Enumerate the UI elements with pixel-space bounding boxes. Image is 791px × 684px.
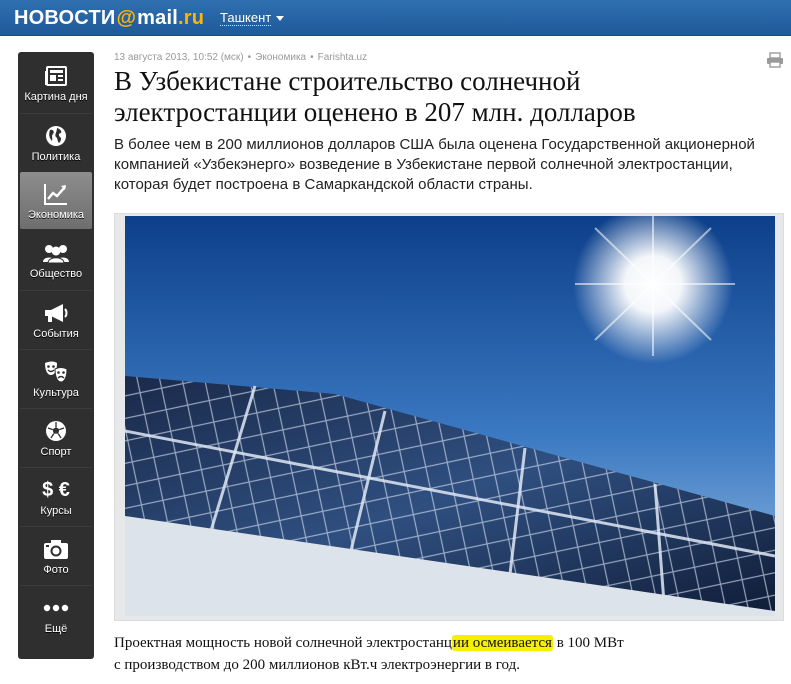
body-text-end: в 100 МВт bbox=[552, 635, 624, 651]
sidebar-item-label: Фото bbox=[43, 564, 69, 576]
article-body-paragraph: Проектная мощность новой солнечной элект… bbox=[114, 632, 784, 676]
sidebar-item-label: Политика bbox=[31, 151, 81, 163]
sidebar-item-label: Экономика bbox=[27, 209, 85, 221]
currency-icon: $ € bbox=[42, 479, 70, 501]
megaphone-icon bbox=[42, 301, 70, 325]
sidebar-item-label: Культура bbox=[33, 387, 79, 399]
logo-text-ru: .ru bbox=[177, 6, 205, 29]
top-bar: НОВОСТИ @ mail .ru Ташкент bbox=[0, 0, 791, 36]
article-photo bbox=[114, 213, 784, 621]
soccer-ball-icon bbox=[42, 419, 70, 443]
sidebar-item-events[interactable]: События bbox=[20, 290, 92, 347]
article-date: 13 августа 2013, 10:52 (мск) bbox=[114, 52, 244, 63]
sidebar-item-politics[interactable]: Политика bbox=[20, 113, 92, 170]
region-label: Ташкент bbox=[220, 10, 272, 26]
sidebar-item-sport[interactable]: Спорт bbox=[20, 408, 92, 465]
globe-icon bbox=[42, 124, 70, 148]
article-rubric-link[interactable]: Экономика bbox=[255, 52, 306, 63]
logo-at: @ bbox=[116, 6, 137, 29]
people-icon bbox=[42, 241, 70, 265]
meta-separator: • bbox=[310, 52, 314, 63]
body-text-line2: с производством до 200 миллионов кВт.ч э… bbox=[114, 657, 520, 673]
body-text-start: Проектная мощность новой солнечной элект… bbox=[114, 635, 452, 651]
article-title: В Узбекистане строительство солнечной эл… bbox=[114, 66, 636, 127]
sidebar-item-label: Спорт bbox=[40, 446, 72, 458]
highlighted-text: ии осмеивается bbox=[451, 635, 553, 651]
chart-icon bbox=[42, 182, 70, 206]
sidebar-item-culture[interactable]: Культура bbox=[20, 349, 92, 406]
camera-icon bbox=[42, 537, 70, 561]
solar-panels-image bbox=[125, 216, 775, 616]
print-icon[interactable] bbox=[766, 52, 784, 68]
sidebar-item-label: События bbox=[33, 328, 79, 340]
logo-text-mail: mail bbox=[137, 6, 178, 29]
logo-text-news: НОВОСТИ bbox=[14, 6, 116, 29]
sidebar-item-label: Ещё bbox=[44, 623, 68, 635]
region-selector[interactable]: Ташкент bbox=[220, 9, 285, 27]
meta-separator: • bbox=[247, 52, 252, 63]
article-meta: 13 августа 2013, 10:52 (мск) • Экономика • F… bbox=[114, 52, 367, 66]
theater-masks-icon bbox=[42, 360, 70, 384]
sidebar-nav: Картина дня Политика Экономика Общество … bbox=[18, 52, 94, 659]
chevron-down-icon bbox=[276, 15, 285, 21]
sidebar-item-label: Курсы bbox=[40, 505, 72, 517]
more-dots-icon bbox=[42, 596, 70, 620]
sidebar-item-picture-of-day[interactable]: Картина дня bbox=[20, 54, 92, 111]
site-logo[interactable]: НОВОСТИ @ mail .ru bbox=[14, 6, 204, 30]
sidebar-item-society[interactable]: Общество bbox=[20, 231, 92, 288]
sidebar-item-label: Общество bbox=[29, 268, 83, 280]
sidebar-item-economy[interactable]: Экономика bbox=[20, 172, 92, 229]
sidebar-item-rates[interactable]: $ € Курсы bbox=[20, 467, 92, 524]
sidebar-item-photo[interactable]: Фото bbox=[20, 526, 92, 583]
sidebar-item-label: Картина дня bbox=[24, 91, 88, 103]
article-lead: В более чем в 200 миллионов долларов США… bbox=[114, 136, 755, 193]
article-source-link[interactable]: Farishta.uz bbox=[318, 52, 367, 63]
sidebar-item-more[interactable]: Ещё bbox=[20, 585, 92, 642]
newspaper-icon bbox=[42, 64, 70, 88]
